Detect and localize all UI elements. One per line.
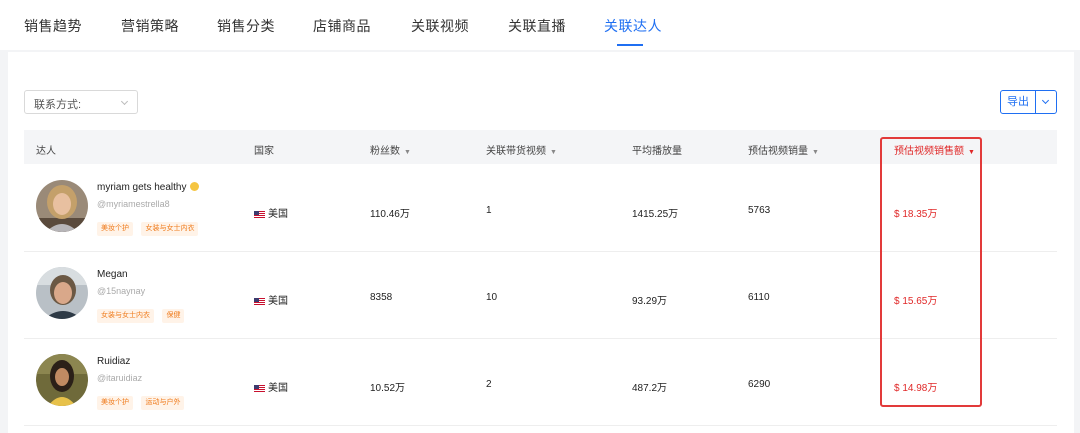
related-videos-cell: 10 <box>486 292 498 303</box>
table-row: Ruidiaz @itaruidiaz 美妆个护 运动与户外 美国 10.52万… <box>24 339 1057 426</box>
country-cell: 美国 <box>254 379 288 394</box>
creator-handle: @myriamestrella8 <box>97 199 170 209</box>
tab-marketing-strategy[interactable]: 营销策略 <box>121 16 179 36</box>
column-header-avg-views: 平均播放量 <box>632 146 682 157</box>
est-sales-cell: 6110 <box>748 292 770 303</box>
creator-name[interactable]: Megan <box>97 269 128 280</box>
export-dropdown-button[interactable] <box>1035 90 1057 114</box>
category-tag: 女装与女士内衣 <box>141 222 199 236</box>
category-tags: 美妆个护 女装与女士内衣 <box>97 217 202 236</box>
table-row: Megan @15naynay 女装与女士内衣 保健 美国 8358 10 93… <box>24 252 1057 339</box>
chevron-down-icon <box>120 97 129 106</box>
category-tags: 女装与女士内衣 保健 <box>97 304 188 323</box>
followers-cell: 10.52万 <box>370 383 406 394</box>
column-header-followers[interactable]: 粉丝数 ▼ <box>370 142 411 157</box>
est-revenue-cell: $ 14.98万 <box>894 383 938 394</box>
sort-desc-icon: ▼ <box>550 149 557 156</box>
column-header-est-sales[interactable]: 预估视频销量 ▼ <box>748 142 819 157</box>
sort-desc-icon: ▼ <box>812 149 819 156</box>
export-button[interactable]: 导出 <box>1000 90 1036 114</box>
category-tag: 美妆个护 <box>97 396 133 410</box>
filter-label: 联系方式: <box>34 99 82 111</box>
category-tags: 美妆个护 运动与户外 <box>97 391 188 410</box>
category-tag: 女装与女士内衣 <box>97 309 154 323</box>
column-header-creator: 达人 <box>36 146 56 157</box>
related-videos-cell: 1 <box>486 205 492 216</box>
table-header: 达人 国家 粉丝数 ▼ 关联带货视频 ▼ 平均播放量 预估视频销量 ▼ 预估视频销售额… <box>24 130 1057 164</box>
est-revenue-cell: $ 18.35万 <box>894 209 938 220</box>
tab-store-products[interactable]: 店铺商品 <box>313 16 371 36</box>
tab-related-videos[interactable]: 关联视频 <box>411 16 469 36</box>
category-tag: 运动与户外 <box>141 396 185 410</box>
tab-related-creators[interactable]: 关联达人 <box>604 16 662 36</box>
creator-handle: @itaruidiaz <box>97 373 143 383</box>
category-tag: 美妆个护 <box>97 222 133 236</box>
top-tab-bar: 销售趋势 营销策略 销售分类 店铺商品 关联视频 关联直播 关联达人 <box>0 0 1080 50</box>
column-header-country: 国家 <box>254 146 274 157</box>
column-header-related-videos[interactable]: 关联带货视频 ▼ <box>486 142 557 157</box>
tab-related-livestreams[interactable]: 关联直播 <box>508 16 566 36</box>
est-sales-cell: 6290 <box>748 379 771 390</box>
country-cell: 美国 <box>254 205 288 220</box>
creator-name[interactable]: myriam gets healthy <box>97 182 200 193</box>
contact-method-filter[interactable]: 联系方式: <box>24 90 138 114</box>
sort-desc-icon: ▼ <box>404 149 411 156</box>
us-flag-icon <box>254 297 265 305</box>
related-videos-cell: 2 <box>486 379 492 390</box>
avg-views-cell: 1415.25万 <box>632 209 679 220</box>
country-cell: 美国 <box>254 292 288 307</box>
creator-name[interactable]: Ruidiaz <box>97 356 130 367</box>
sort-desc-icon: ▼ <box>968 149 975 156</box>
avatar[interactable] <box>36 267 88 319</box>
column-header-est-revenue[interactable]: 预估视频销售额 ▼ <box>894 142 975 157</box>
avatar[interactable] <box>36 180 88 232</box>
category-tag: 保健 <box>162 309 185 323</box>
chevron-down-icon <box>1041 96 1050 105</box>
tab-sales-category[interactable]: 销售分类 <box>217 16 275 36</box>
active-tab-indicator <box>617 44 643 46</box>
us-flag-icon <box>254 210 265 218</box>
avg-views-cell: 487.2万 <box>632 383 668 394</box>
smiling-face-emoji-icon <box>190 182 200 191</box>
avg-views-cell: 93.29万 <box>632 296 668 307</box>
avatar[interactable] <box>36 354 88 406</box>
creator-handle: @15naynay <box>97 286 146 296</box>
est-sales-cell: 5763 <box>748 205 771 216</box>
tab-sales-trend[interactable]: 销售趋势 <box>24 16 82 36</box>
est-revenue-cell: $ 15.65万 <box>894 296 938 307</box>
followers-cell: 110.46万 <box>370 209 410 220</box>
table-row: myriam gets healthy @myriamestrella8 美妆个… <box>24 165 1057 252</box>
us-flag-icon <box>254 384 265 392</box>
followers-cell: 8358 <box>370 292 393 303</box>
